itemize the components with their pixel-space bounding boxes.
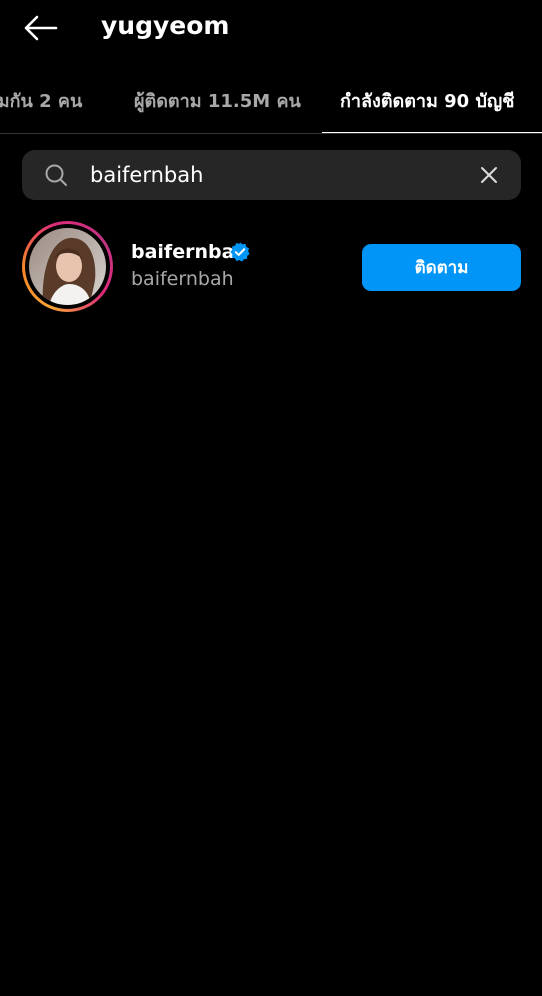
full-name: baifernbah [131,268,234,290]
page-title: yugyeom [101,11,230,40]
avatar [29,228,106,305]
search-input[interactable] [90,160,460,190]
active-tab-indicator [322,132,542,133]
follow-button[interactable]: ติดตาม [362,244,521,291]
search-icon [45,164,67,186]
top-bar: yugyeom [0,0,542,56]
tab-followers[interactable]: ผู้ติดตาม 11.5M คน [134,68,301,133]
close-icon[interactable] [477,163,501,187]
list-item[interactable]: baifernbah baifernbah ติดตาม [0,218,542,316]
avatar-story-ring[interactable] [22,221,113,312]
search-bar [22,150,521,200]
arrow-left-icon [24,15,58,41]
tab-following[interactable]: กำลังติดตาม 90 บัญชี [340,68,514,133]
tab-mutual[interactable]: ร่วมกัน 2 คน [0,68,82,133]
verified-badge-icon [230,242,250,262]
back-button[interactable] [18,8,62,48]
tab-bar: ร่วมกัน 2 คน ผู้ติดตาม 11.5M คน กำลังติด… [0,68,542,134]
